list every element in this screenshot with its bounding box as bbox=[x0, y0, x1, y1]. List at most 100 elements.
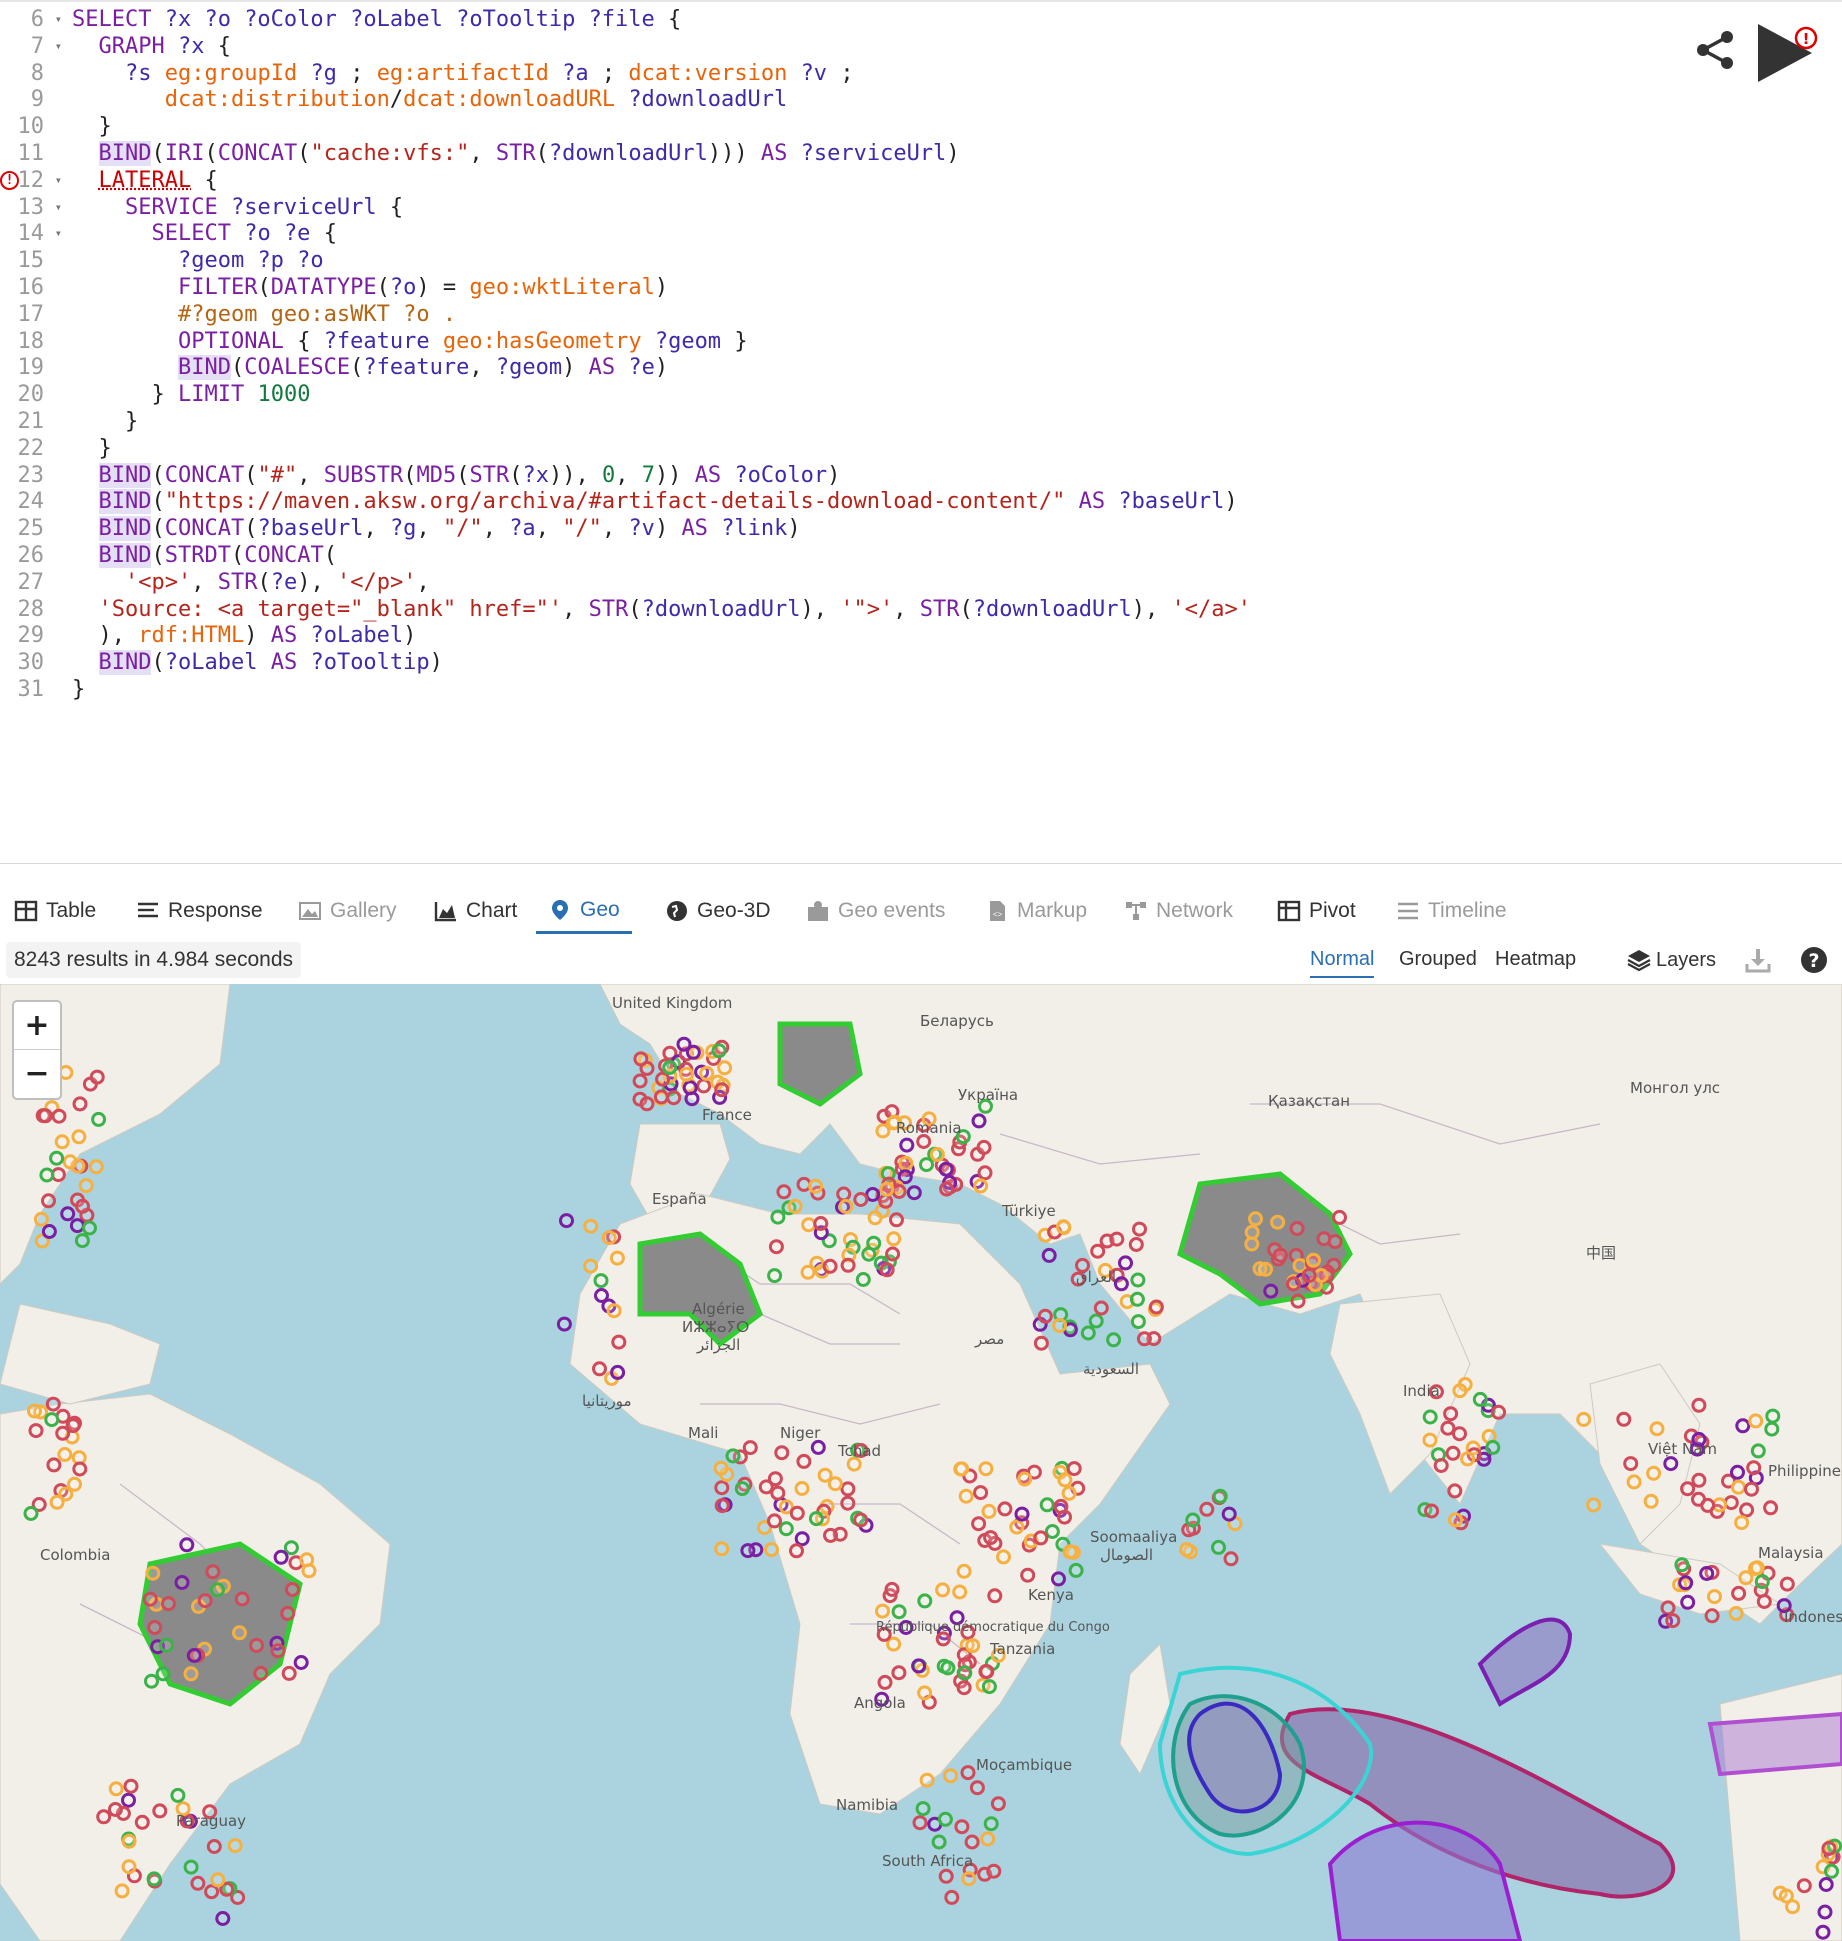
map-marker[interactable] bbox=[1626, 1474, 1642, 1490]
map-marker[interactable] bbox=[60, 1206, 76, 1222]
map-marker[interactable] bbox=[1663, 1456, 1679, 1472]
map-marker[interactable] bbox=[190, 1875, 206, 1891]
map-marker[interactable] bbox=[770, 1209, 786, 1225]
map-marker[interactable] bbox=[1056, 1219, 1071, 1235]
map-marker[interactable] bbox=[978, 1461, 994, 1477]
map-marker[interactable] bbox=[161, 1596, 176, 1612]
map-marker[interactable] bbox=[91, 1111, 107, 1127]
map-marker[interactable] bbox=[954, 1819, 970, 1835]
map-marker[interactable] bbox=[1691, 1472, 1707, 1488]
map-marker[interactable] bbox=[676, 1036, 692, 1052]
map-marker[interactable] bbox=[1472, 1391, 1488, 1407]
tab-pivot[interactable]: Pivot bbox=[1277, 888, 1356, 934]
map-marker[interactable] bbox=[1616, 1411, 1632, 1427]
map-marker[interactable] bbox=[789, 1505, 805, 1521]
map-marker[interactable] bbox=[1447, 1483, 1463, 1499]
map-marker[interactable] bbox=[1185, 1512, 1201, 1528]
map-marker[interactable] bbox=[827, 1476, 843, 1492]
map-marker[interactable] bbox=[556, 1316, 572, 1332]
map-marker[interactable] bbox=[713, 1460, 729, 1476]
map-marker[interactable] bbox=[1272, 1247, 1288, 1263]
map-marker[interactable] bbox=[1649, 1421, 1665, 1437]
map-marker[interactable] bbox=[734, 1481, 750, 1497]
map-marker[interactable] bbox=[696, 1078, 712, 1094]
map-marker[interactable] bbox=[1270, 1214, 1286, 1230]
map-marker[interactable] bbox=[107, 1802, 123, 1817]
map-marker[interactable] bbox=[183, 1666, 199, 1682]
map-marker[interactable] bbox=[1212, 1488, 1228, 1504]
map-marker[interactable] bbox=[897, 1169, 913, 1185]
map-marker[interactable] bbox=[1211, 1539, 1226, 1555]
map-marker[interactable] bbox=[253, 1665, 269, 1681]
map-marker[interactable] bbox=[836, 1186, 852, 1202]
map-marker[interactable] bbox=[1785, 1899, 1801, 1915]
map-marker[interactable] bbox=[88, 1159, 104, 1175]
map-marker[interactable] bbox=[776, 1184, 792, 1200]
map-marker[interactable] bbox=[778, 1521, 794, 1537]
map-marker[interactable] bbox=[1445, 1445, 1461, 1461]
code-line[interactable]: 31} bbox=[0, 673, 1842, 706]
map-marker[interactable] bbox=[28, 1423, 44, 1439]
map-marker[interactable] bbox=[227, 1838, 243, 1854]
map-marker[interactable] bbox=[884, 1581, 900, 1597]
map-marker[interactable] bbox=[838, 1199, 854, 1214]
map-marker[interactable] bbox=[1691, 1397, 1707, 1413]
help-icon[interactable]: ? bbox=[1799, 945, 1829, 975]
map-marker[interactable] bbox=[1746, 1460, 1762, 1476]
map-marker[interactable] bbox=[796, 1176, 812, 1192]
map-marker[interactable] bbox=[1033, 1335, 1049, 1351]
map-marker[interactable] bbox=[65, 1418, 81, 1434]
map-marker[interactable] bbox=[912, 1815, 928, 1831]
map-marker[interactable] bbox=[891, 1665, 907, 1681]
map-marker[interactable] bbox=[767, 1513, 782, 1529]
map-marker[interactable] bbox=[899, 1137, 915, 1153]
map-marker[interactable] bbox=[273, 1549, 289, 1565]
map-marker[interactable] bbox=[1223, 1551, 1239, 1567]
map-marker[interactable] bbox=[1313, 1268, 1329, 1283]
map-marker[interactable] bbox=[980, 1831, 996, 1847]
map-marker[interactable] bbox=[1039, 1497, 1055, 1513]
map-marker[interactable] bbox=[1252, 1261, 1268, 1277]
run-query-button[interactable]: ! bbox=[1752, 18, 1822, 88]
map-marker[interactable] bbox=[27, 1403, 42, 1419]
map-marker[interactable] bbox=[919, 1772, 935, 1788]
map-marker[interactable] bbox=[916, 1134, 932, 1149]
map-marker[interactable] bbox=[653, 1089, 669, 1105]
error-marker-icon[interactable]: ! bbox=[0, 170, 19, 190]
map-marker[interactable] bbox=[152, 1803, 168, 1819]
map-marker[interactable] bbox=[725, 1448, 741, 1464]
map-marker[interactable] bbox=[155, 1666, 171, 1682]
map-marker[interactable] bbox=[1452, 1383, 1468, 1399]
map-marker[interactable] bbox=[878, 1193, 894, 1209]
map-marker[interactable] bbox=[285, 1582, 300, 1597]
map-marker[interactable] bbox=[1422, 1432, 1438, 1448]
mode-heatmap[interactable]: Heatmap bbox=[1495, 944, 1576, 978]
map-marker[interactable] bbox=[973, 1485, 989, 1501]
map-marker[interactable] bbox=[964, 1834, 980, 1850]
map-marker[interactable] bbox=[1700, 1497, 1716, 1513]
map-marker[interactable] bbox=[971, 1516, 987, 1532]
map-marker[interactable] bbox=[1037, 1308, 1053, 1324]
map-marker[interactable] bbox=[662, 1060, 678, 1075]
map-marker[interactable] bbox=[121, 1792, 136, 1808]
map-marker[interactable] bbox=[75, 1198, 90, 1214]
map-marker[interactable] bbox=[1707, 1589, 1722, 1605]
map-marker[interactable] bbox=[810, 1439, 826, 1455]
map-marker[interactable] bbox=[911, 1658, 927, 1674]
map-marker[interactable] bbox=[58, 1486, 74, 1502]
map-marker[interactable] bbox=[714, 1082, 730, 1098]
map-marker[interactable] bbox=[958, 1488, 974, 1504]
share-icon[interactable] bbox=[1693, 28, 1737, 72]
map-marker[interactable] bbox=[62, 1154, 78, 1170]
map-marker[interactable] bbox=[583, 1258, 599, 1274]
map-marker[interactable] bbox=[170, 1787, 186, 1803]
map-marker[interactable] bbox=[45, 1396, 61, 1412]
mode-grouped[interactable]: Grouped bbox=[1399, 944, 1477, 978]
map-marker[interactable] bbox=[270, 1643, 286, 1659]
map-marker[interactable] bbox=[633, 1051, 649, 1067]
map-marker[interactable] bbox=[1053, 1498, 1069, 1514]
map-marker[interactable] bbox=[770, 1485, 786, 1501]
map-marker[interactable] bbox=[758, 1479, 774, 1495]
map-marker[interactable] bbox=[861, 1246, 877, 1262]
map-marker[interactable] bbox=[1130, 1272, 1146, 1288]
